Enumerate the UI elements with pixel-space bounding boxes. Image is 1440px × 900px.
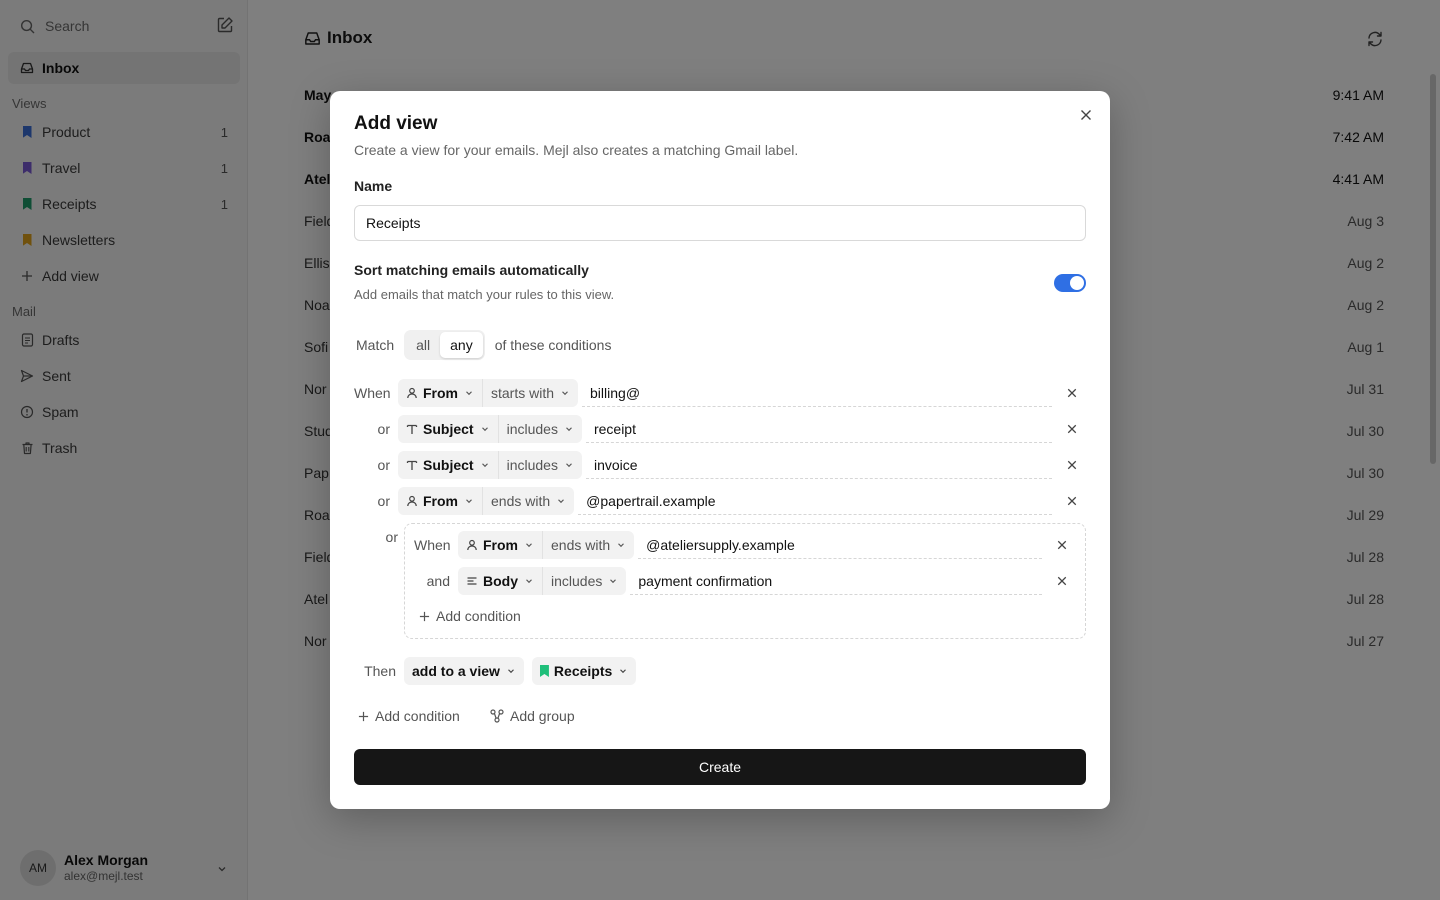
condition-row: or From ends with @papertrail.example <box>354 487 1052 515</box>
chevron-down-icon <box>464 388 474 398</box>
field-label: Subject <box>423 421 474 437</box>
field-select[interactable]: Subject <box>398 415 498 443</box>
remove-condition-icon[interactable] <box>1064 493 1080 509</box>
target-view-select[interactable]: Receipts <box>531 657 637 685</box>
person-icon <box>406 387 418 399</box>
operator-select[interactable]: ends with <box>482 487 575 515</box>
add-group-button[interactable]: Add group <box>490 708 575 724</box>
then-row: Then add to a view Receipts <box>354 657 637 685</box>
plus-icon <box>358 711 369 722</box>
sort-toggle[interactable] <box>1054 274 1086 292</box>
remove-condition-icon[interactable] <box>1054 573 1070 589</box>
chevron-down-icon <box>560 388 570 398</box>
operator-label: includes <box>506 457 558 473</box>
action-select[interactable]: add to a view <box>404 657 524 685</box>
add-group-label: Add group <box>510 708 575 724</box>
operator-select[interactable]: includes <box>497 415 582 443</box>
chevron-down-icon <box>464 496 474 506</box>
bookmark-icon <box>539 665 549 677</box>
condition-value-input[interactable]: billing@ <box>582 379 1052 407</box>
text-icon <box>406 459 418 471</box>
target-view-color-flag <box>539 665 549 677</box>
operator-label: ends with <box>491 493 551 509</box>
match-label: Match <box>356 337 395 353</box>
condition-value-input[interactable]: @papertrail.example <box>578 487 1052 515</box>
plus-icon <box>419 611 430 622</box>
condition-connector: When <box>354 385 391 401</box>
name-label: Name <box>354 178 393 194</box>
field-select[interactable]: From <box>398 379 482 407</box>
group-connector: or <box>385 529 398 545</box>
field-select[interactable]: From <box>398 487 482 515</box>
condition-value-input[interactable]: receipt <box>585 415 1052 443</box>
condition-connector: or <box>377 421 390 437</box>
condition-value: @papertrail.example <box>586 492 716 509</box>
chevron-down-icon <box>564 460 574 470</box>
match-option-any[interactable]: any <box>440 332 483 358</box>
add-condition-label: Add condition <box>436 608 521 624</box>
condition-group: Add condition <box>404 523 1086 639</box>
match-segmented-control: all any <box>404 330 485 360</box>
match-row: Match all any of these conditions <box>356 329 611 361</box>
add-condition-label: Add condition <box>375 708 460 724</box>
match-option-all[interactable]: all <box>406 332 440 358</box>
text-icon <box>406 423 418 435</box>
sort-description: Add emails that match your rules to this… <box>354 287 615 302</box>
chevron-down-icon <box>564 424 574 434</box>
target-view-label: Receipts <box>553 663 613 679</box>
close-icon[interactable] <box>1076 105 1096 125</box>
condition-row: or Subject includes invoice <box>354 451 1052 479</box>
remove-condition-icon[interactable] <box>1064 385 1080 401</box>
chevron-down-icon <box>480 424 490 434</box>
condition-value: receipt <box>593 420 636 437</box>
chevron-down-icon <box>556 496 566 506</box>
field-select[interactable]: Subject <box>398 451 498 479</box>
chevron-down-icon <box>618 666 628 676</box>
operator-label: starts with <box>491 385 555 401</box>
group-add-condition-button[interactable]: Add condition <box>419 608 521 624</box>
sort-title: Sort matching emails automatically <box>354 262 589 278</box>
remove-condition-icon[interactable] <box>1064 421 1080 437</box>
field-label: From <box>423 385 458 401</box>
dialog-description: Create a view for your emails. Mejl also… <box>354 142 799 158</box>
then-label: Then <box>364 663 396 679</box>
condition-connector: or <box>377 457 390 473</box>
action-label: add to a view <box>412 663 500 679</box>
condition-value-input[interactable]: invoice <box>585 451 1052 479</box>
field-label: Subject <box>423 457 474 473</box>
condition-row: or Subject includes receipt <box>354 415 1052 443</box>
condition-row: When From starts with billing@ <box>354 379 1052 407</box>
operator-label: includes <box>506 421 558 437</box>
add-condition-button[interactable]: Add condition <box>358 708 460 724</box>
condition-value: billing@ <box>590 384 641 401</box>
condition-value: invoice <box>593 456 638 473</box>
remove-condition-icon[interactable] <box>1064 457 1080 473</box>
name-input[interactable] <box>354 205 1086 241</box>
chevron-down-icon <box>480 460 490 470</box>
remove-condition-icon[interactable] <box>1054 537 1070 553</box>
condition-connector: or <box>377 493 390 509</box>
create-button[interactable]: Create <box>354 749 1086 785</box>
add-view-dialog: Add view Create a view for your emails. … <box>330 91 1110 809</box>
match-suffix: of these conditions <box>494 337 612 353</box>
person-icon <box>406 495 418 507</box>
field-label: From <box>423 493 458 509</box>
group-icon <box>490 709 504 723</box>
chevron-down-icon <box>506 666 516 676</box>
dialog-title: Add view <box>354 113 438 134</box>
operator-select[interactable]: includes <box>497 451 582 479</box>
operator-select[interactable]: starts with <box>482 379 579 407</box>
